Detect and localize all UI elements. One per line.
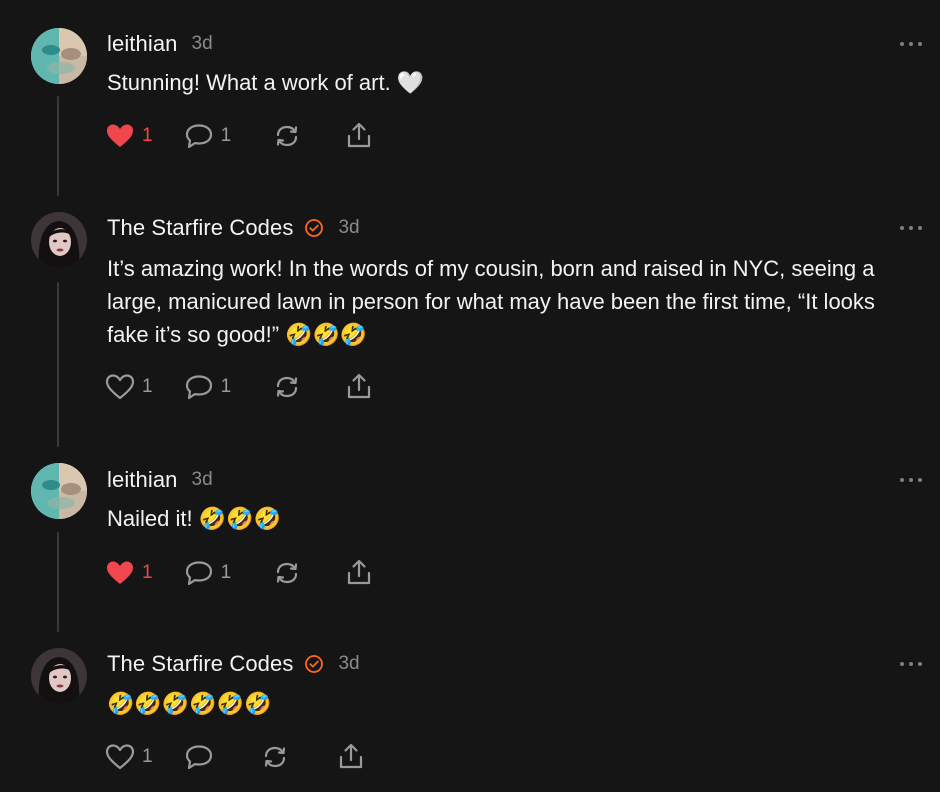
comment-text: It’s amazing work! In the words of my co… <box>107 256 882 347</box>
verified-check-badge-icon <box>305 655 324 673</box>
reply-button[interactable]: 1 <box>183 119 232 153</box>
reply-button[interactable] <box>183 740 215 774</box>
more-options-button[interactable] <box>900 659 922 669</box>
avatar[interactable] <box>31 648 87 704</box>
reply-button[interactable]: 1 <box>183 370 232 404</box>
restack-button[interactable] <box>271 370 303 404</box>
author-name[interactable]: leithian <box>107 467 178 493</box>
speech-bubble-icon <box>185 124 212 149</box>
more-options-button[interactable] <box>900 39 922 49</box>
share-button[interactable] <box>343 119 375 153</box>
restack-arrows-icon <box>277 125 298 147</box>
heart-icon <box>105 374 135 400</box>
timestamp[interactable]: 3d <box>338 217 359 239</box>
like-count: 1 <box>142 746 153 767</box>
thread-line <box>57 96 59 196</box>
avatar[interactable] <box>31 463 87 519</box>
reply-count: 1 <box>220 376 232 397</box>
share-upload-icon <box>348 559 371 585</box>
like-button[interactable]: 1 <box>104 556 153 590</box>
share-button[interactable] <box>343 556 375 590</box>
ellipsis-icon <box>900 42 904 46</box>
timestamp[interactable]: 3d <box>192 33 213 55</box>
restack-button[interactable] <box>259 740 291 774</box>
like-button[interactable]: 1 <box>104 740 153 774</box>
speech-bubble-icon <box>185 375 212 400</box>
avatar[interactable] <box>31 212 87 268</box>
speech-bubble-icon <box>185 745 212 770</box>
like-button[interactable]: 1 <box>104 119 153 153</box>
reply-button[interactable]: 1 <box>183 556 232 590</box>
avatar[interactable] <box>31 28 87 84</box>
share-upload-icon <box>348 122 371 148</box>
share-upload-icon <box>339 743 362 769</box>
author-name[interactable]: leithian <box>107 31 178 57</box>
thread-line <box>57 532 59 632</box>
share-button[interactable] <box>335 740 367 774</box>
like-button[interactable]: 1 <box>104 370 153 404</box>
more-options-button[interactable] <box>900 475 922 485</box>
comment-text: Stunning! What a work of art. 🤍 <box>107 70 425 95</box>
ellipsis-icon <box>900 662 904 666</box>
like-count: 1 <box>142 376 153 397</box>
share-button[interactable] <box>343 370 375 404</box>
heart-icon <box>107 561 133 584</box>
more-options-button[interactable] <box>900 223 922 233</box>
restack-button[interactable] <box>271 556 303 590</box>
comment-thread: leithian 3d Stunning! What a work of art… <box>0 0 940 792</box>
heart-icon <box>105 744 135 770</box>
timestamp[interactable]: 3d <box>192 469 213 491</box>
verified-check-badge-icon <box>305 219 324 237</box>
timestamp[interactable]: 3d <box>338 653 359 675</box>
comment-text: Nailed it! 🤣🤣🤣 <box>107 506 281 531</box>
restack-arrows-icon <box>277 376 298 398</box>
restack-button[interactable] <box>271 119 303 153</box>
share-upload-icon <box>348 373 371 399</box>
restack-arrows-icon <box>277 562 298 584</box>
reply-count: 1 <box>220 562 232 583</box>
comment-text: 🤣🤣🤣🤣🤣🤣 <box>107 691 272 716</box>
reply-count: 1 <box>220 125 232 146</box>
thread-line <box>57 282 59 447</box>
restack-arrows-icon <box>264 746 285 768</box>
heart-icon <box>107 124 133 147</box>
like-count: 1 <box>142 562 153 583</box>
ellipsis-icon <box>900 478 904 482</box>
author-name[interactable]: The Starfire Codes <box>107 651 293 677</box>
ellipsis-icon <box>900 226 904 230</box>
speech-bubble-icon <box>185 561 212 586</box>
like-count: 1 <box>142 125 153 146</box>
author-name[interactable]: The Starfire Codes <box>107 215 293 241</box>
